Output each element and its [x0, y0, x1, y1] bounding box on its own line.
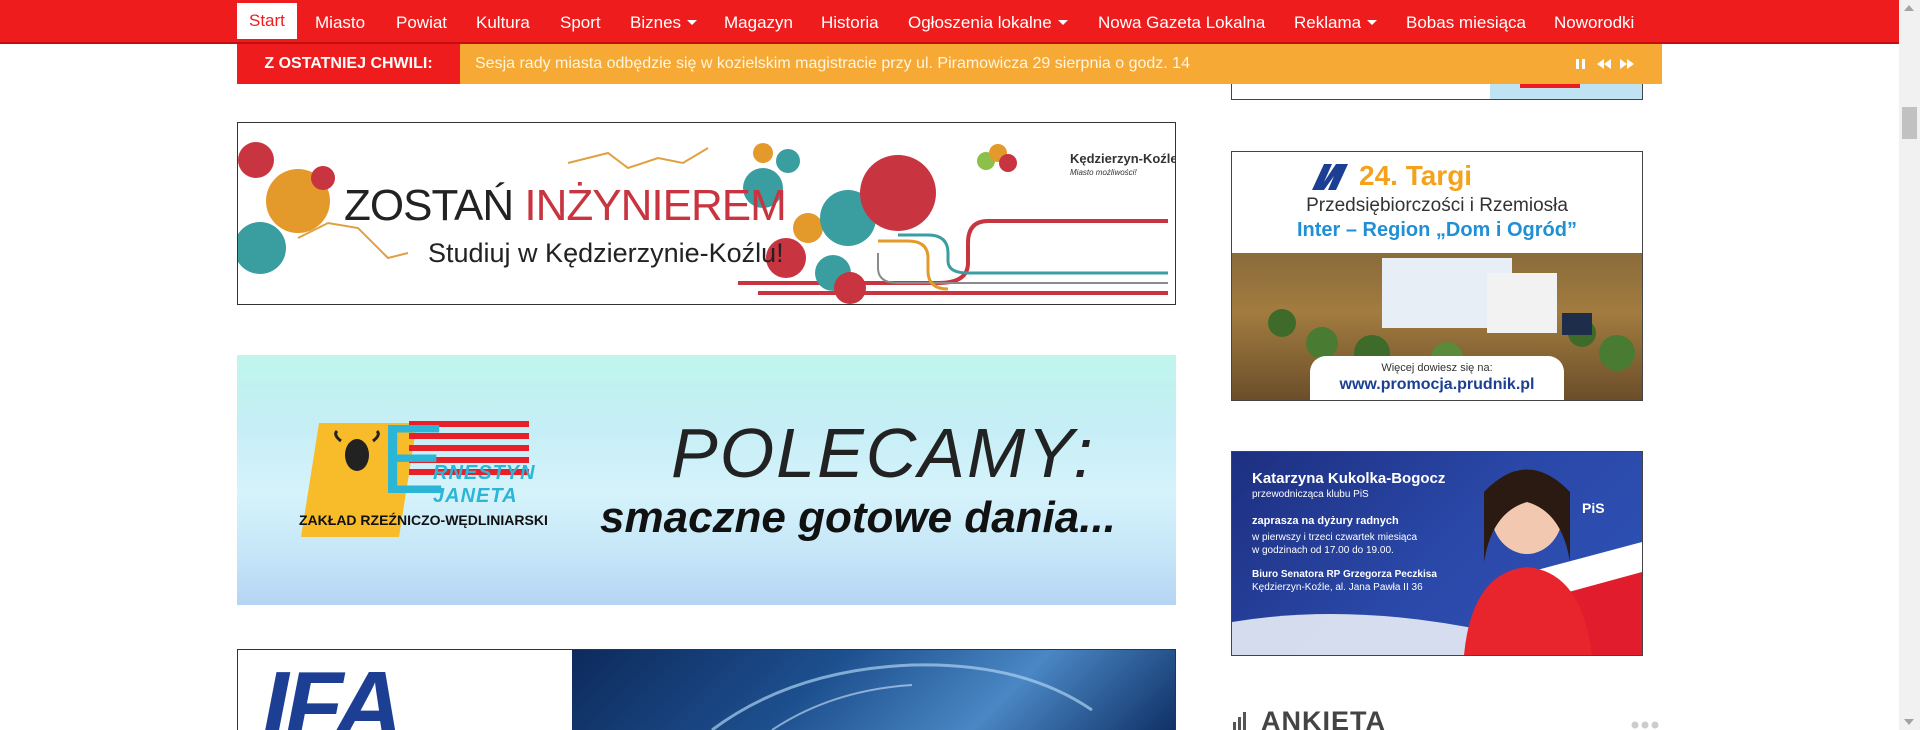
sidebar-widget-partial[interactable]: [1231, 84, 1643, 100]
nav-item-historia[interactable]: Historia: [821, 8, 879, 38]
polecamy-subline: smaczne gotowe dania...: [600, 493, 1116, 542]
brand-caption: ZAKŁAD RZEŹNICZO-WĘDLINIARSKI: [299, 512, 548, 528]
main-navigation: Start Miasto Powiat Kultura Sport Biznes…: [0, 0, 1899, 44]
rewind-icon[interactable]: [1595, 55, 1613, 73]
poll-section: ANKIETA: [1229, 706, 1659, 730]
councillor-address: Kędzierzyn-Koźle, al. Jana Pawła II 36: [1252, 582, 1423, 593]
page-scrollbar[interactable]: [1899, 0, 1920, 730]
engineer-banner-title: ZOSTAŃ INŻYNIEREM: [344, 181, 787, 231]
city-name: Kędzierzyn-Koźle: [1070, 151, 1176, 166]
targi-banner[interactable]: 24. Targi Przedsiębiorczości i Rzemiosła…: [1231, 151, 1643, 401]
polecamy-headline: POLECAMY:: [671, 414, 1095, 492]
nav-item-kultura[interactable]: Kultura: [476, 8, 530, 38]
nav-item-reklama[interactable]: Reklama: [1294, 8, 1378, 38]
bar-chart-icon: [1233, 712, 1246, 730]
chevron-down-icon: [1057, 20, 1068, 25]
brand-line1: RNESTYN: [433, 462, 536, 484]
targi-line2: Przedsiębiorczości i Rzemiosła: [1306, 195, 1568, 216]
pause-icon[interactable]: [1572, 55, 1590, 73]
councillor-name: Katarzyna Kukolka-Bogocz: [1252, 470, 1446, 487]
nav-item-sport[interactable]: Sport: [560, 8, 601, 38]
poll-title: ANKIETA: [1261, 706, 1386, 730]
targi-line3: Inter – Region „Dom i Ogród”: [1296, 219, 1577, 241]
widget-accent: [1520, 84, 1580, 88]
ifa-logo: IFA: [262, 652, 403, 730]
nav-item-miasto[interactable]: Miasto: [315, 8, 365, 38]
nav-item-biznes-label: Biznes: [630, 13, 682, 32]
scroll-down-icon[interactable]: [1899, 714, 1920, 730]
councillor-when2: w godzinach od 17.00 do 19.00.: [1252, 545, 1394, 556]
car-icon: [711, 663, 1093, 730]
fast-forward-icon[interactable]: [1618, 55, 1636, 73]
breaking-news-text[interactable]: Sesja rady miasta odbędzie się w koziels…: [475, 44, 1190, 84]
nav-item-biznes[interactable]: Biznes: [630, 8, 698, 38]
party-logo: PiS: [1582, 500, 1605, 516]
nav-item-bobas[interactable]: Bobas miesiąca: [1406, 8, 1526, 38]
chevron-down-icon: [1367, 20, 1378, 25]
nav-item-powiat[interactable]: Powiat: [396, 8, 447, 38]
engineer-title-b: INŻYNIEREM: [524, 181, 786, 230]
councillor-role: przewodnicząca klubu PiS: [1252, 489, 1369, 500]
nav-item-nowa-gazeta[interactable]: Nowa Gazeta Lokalna: [1098, 8, 1265, 38]
more-icon[interactable]: [1631, 720, 1659, 730]
scroll-up-icon[interactable]: [1899, 0, 1920, 16]
ifa-car-image: [572, 650, 1175, 730]
nav-item-ogloszenia-label: Ogłoszenia lokalne: [908, 13, 1052, 32]
councillor-office: Biuro Senatora RP Grzegorza Peczkisa: [1252, 569, 1437, 580]
engineer-banner[interactable]: ZOSTAŃ INŻYNIEREM Studiuj w Kędzierzynie…: [237, 122, 1176, 305]
city-tagline: Miasto możliwości!: [1070, 168, 1137, 177]
targi-title: 24. Targi: [1359, 160, 1473, 191]
councillor-banner[interactable]: Katarzyna Kukolka-Bogocz przewodnicząca …: [1231, 451, 1643, 656]
chevron-down-icon: [687, 20, 698, 25]
councillor-invite: zaprasza na dyżury radnych: [1252, 515, 1399, 527]
targi-url[interactable]: www.promocja.prudnik.pl: [1232, 376, 1642, 394]
polecamy-banner[interactable]: E RNESTYN JANETA ZAKŁAD RZEŹNICZO-WĘDLIN…: [237, 355, 1176, 605]
scrollbar-thumb[interactable]: [1902, 107, 1917, 139]
targi-logo-icon: [1312, 164, 1348, 190]
breaking-news-label: Z OSTATNIEJ CHWILI:: [237, 44, 460, 84]
councillor-when1: w pierwszy i trzeci czwartek miesiąca: [1252, 532, 1418, 543]
engineer-title-a: ZOSTAŃ: [344, 181, 525, 230]
nav-item-magazyn[interactable]: Magazyn: [724, 8, 793, 38]
breaking-news-bar: Z OSTATNIEJ CHWILI: Sesja rady miasta od…: [237, 44, 1662, 84]
nav-item-noworodki[interactable]: Noworodki: [1554, 8, 1634, 38]
nav-item-ogloszenia[interactable]: Ogłoszenia lokalne: [908, 8, 1068, 38]
ifa-banner[interactable]: IFA: [237, 649, 1176, 730]
engineer-banner-subtitle: Studiuj w Kędzierzynie-Koźlu!: [428, 238, 784, 268]
nav-item-reklama-label: Reklama: [1294, 13, 1362, 32]
brand-line2: JANETA: [433, 485, 518, 507]
nav-item-start[interactable]: Start: [237, 3, 297, 39]
targi-more: Więcej dowiesz się na:: [1381, 362, 1493, 374]
